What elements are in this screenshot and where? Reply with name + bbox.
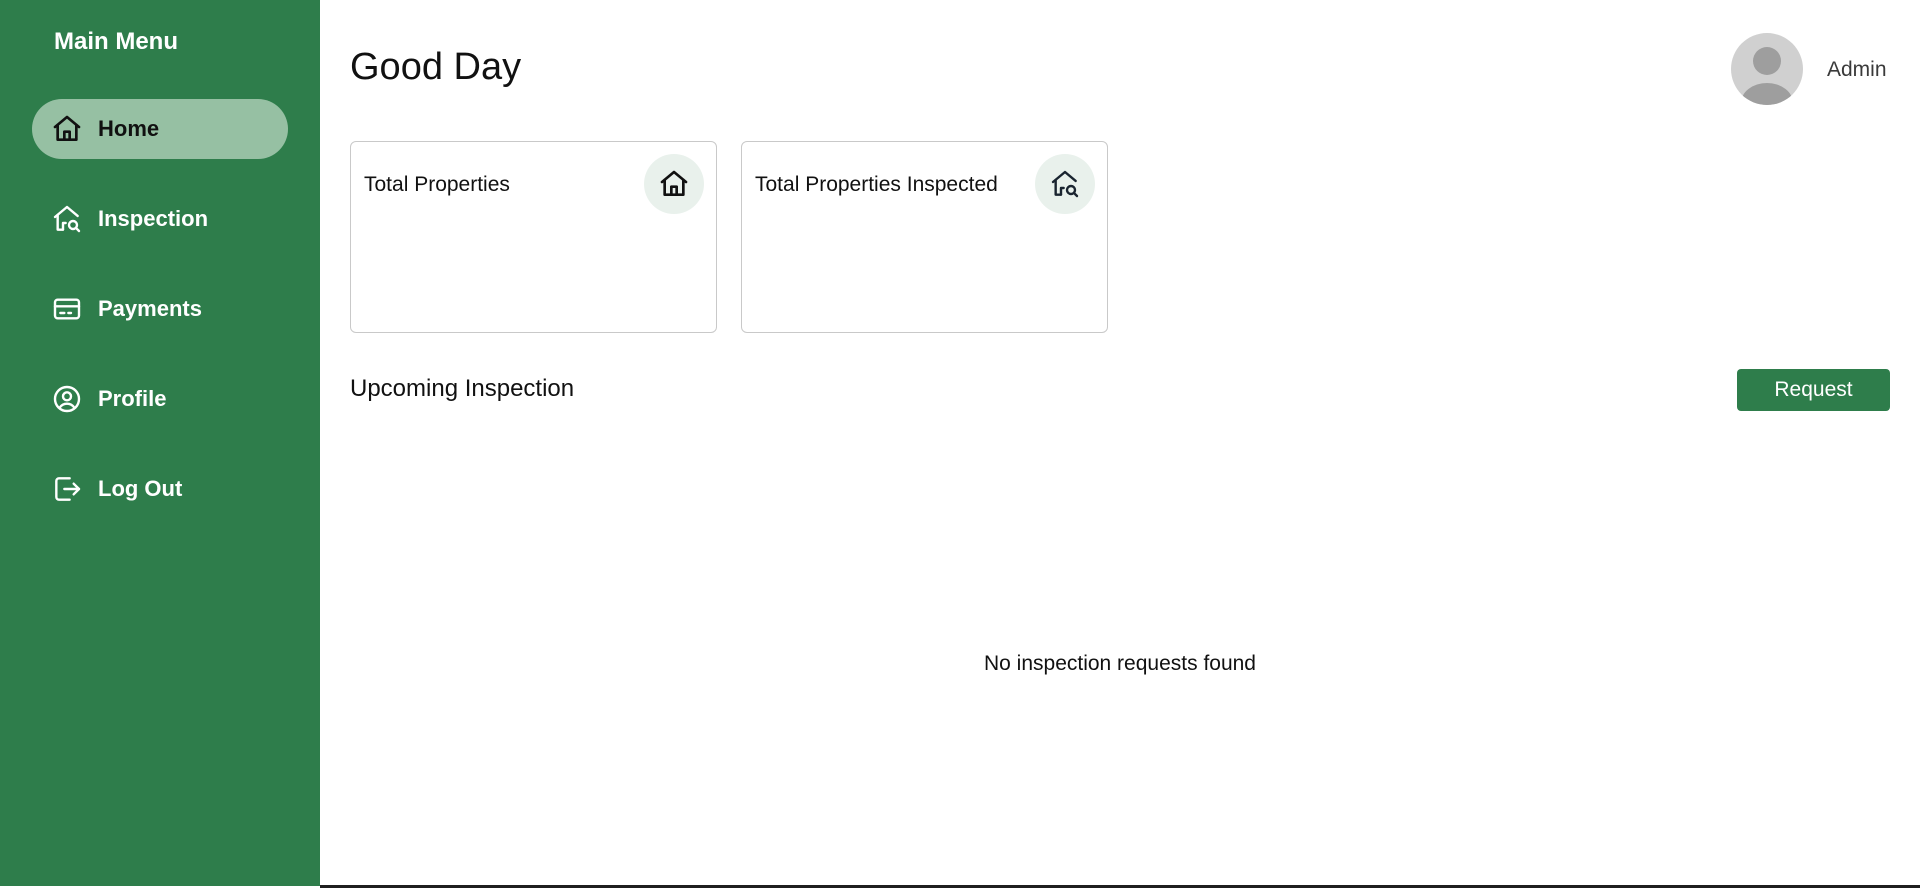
- sidebar-item-profile[interactable]: Profile: [32, 369, 288, 429]
- empty-state-text: No inspection requests found: [983, 652, 1256, 675]
- card-label: Total Properties Inspected: [755, 173, 998, 196]
- sidebar-item-label: Inspection: [98, 206, 209, 231]
- app-root: Main Menu Home Inspection Payments Profi…: [0, 0, 1920, 888]
- empty-state-message: No inspection requests found: [0, 652, 1920, 676]
- credit-card-icon: [51, 293, 83, 325]
- logout-icon: [51, 473, 83, 505]
- total-properties-inspected-card: Total Properties Inspected: [741, 141, 1108, 333]
- sidebar-item-inspection[interactable]: Inspection: [32, 189, 288, 249]
- sidebar-item-home[interactable]: Home: [32, 99, 288, 159]
- sidebar-item-label: Log Out: [98, 476, 183, 501]
- home-icon: [644, 154, 704, 214]
- home-icon: [51, 113, 83, 145]
- sidebar-item-label: Payments: [98, 296, 202, 321]
- sidebar-item-label: Profile: [98, 386, 167, 411]
- sidebar-item-label: Home: [98, 116, 160, 141]
- upcoming-inspection-title: Upcoming Inspection: [350, 375, 575, 402]
- card-label: Total Properties: [364, 173, 510, 196]
- sidebar-title: Main Menu: [54, 28, 178, 55]
- sidebar-item-logout[interactable]: Log Out: [32, 459, 288, 519]
- home-search-icon: [51, 203, 83, 235]
- request-button[interactable]: Request: [1737, 369, 1890, 411]
- total-properties-card: Total Properties: [350, 141, 717, 333]
- user-avatar-icon[interactable]: [1731, 33, 1803, 105]
- page-title: Good Day: [350, 46, 522, 88]
- user-name[interactable]: Admin: [1827, 58, 1887, 82]
- sidebar: Main Menu Home Inspection Payments Profi…: [0, 0, 320, 886]
- home-search-icon: [1035, 154, 1095, 214]
- user-circle-icon: [51, 383, 83, 415]
- sidebar-item-payments[interactable]: Payments: [32, 279, 288, 339]
